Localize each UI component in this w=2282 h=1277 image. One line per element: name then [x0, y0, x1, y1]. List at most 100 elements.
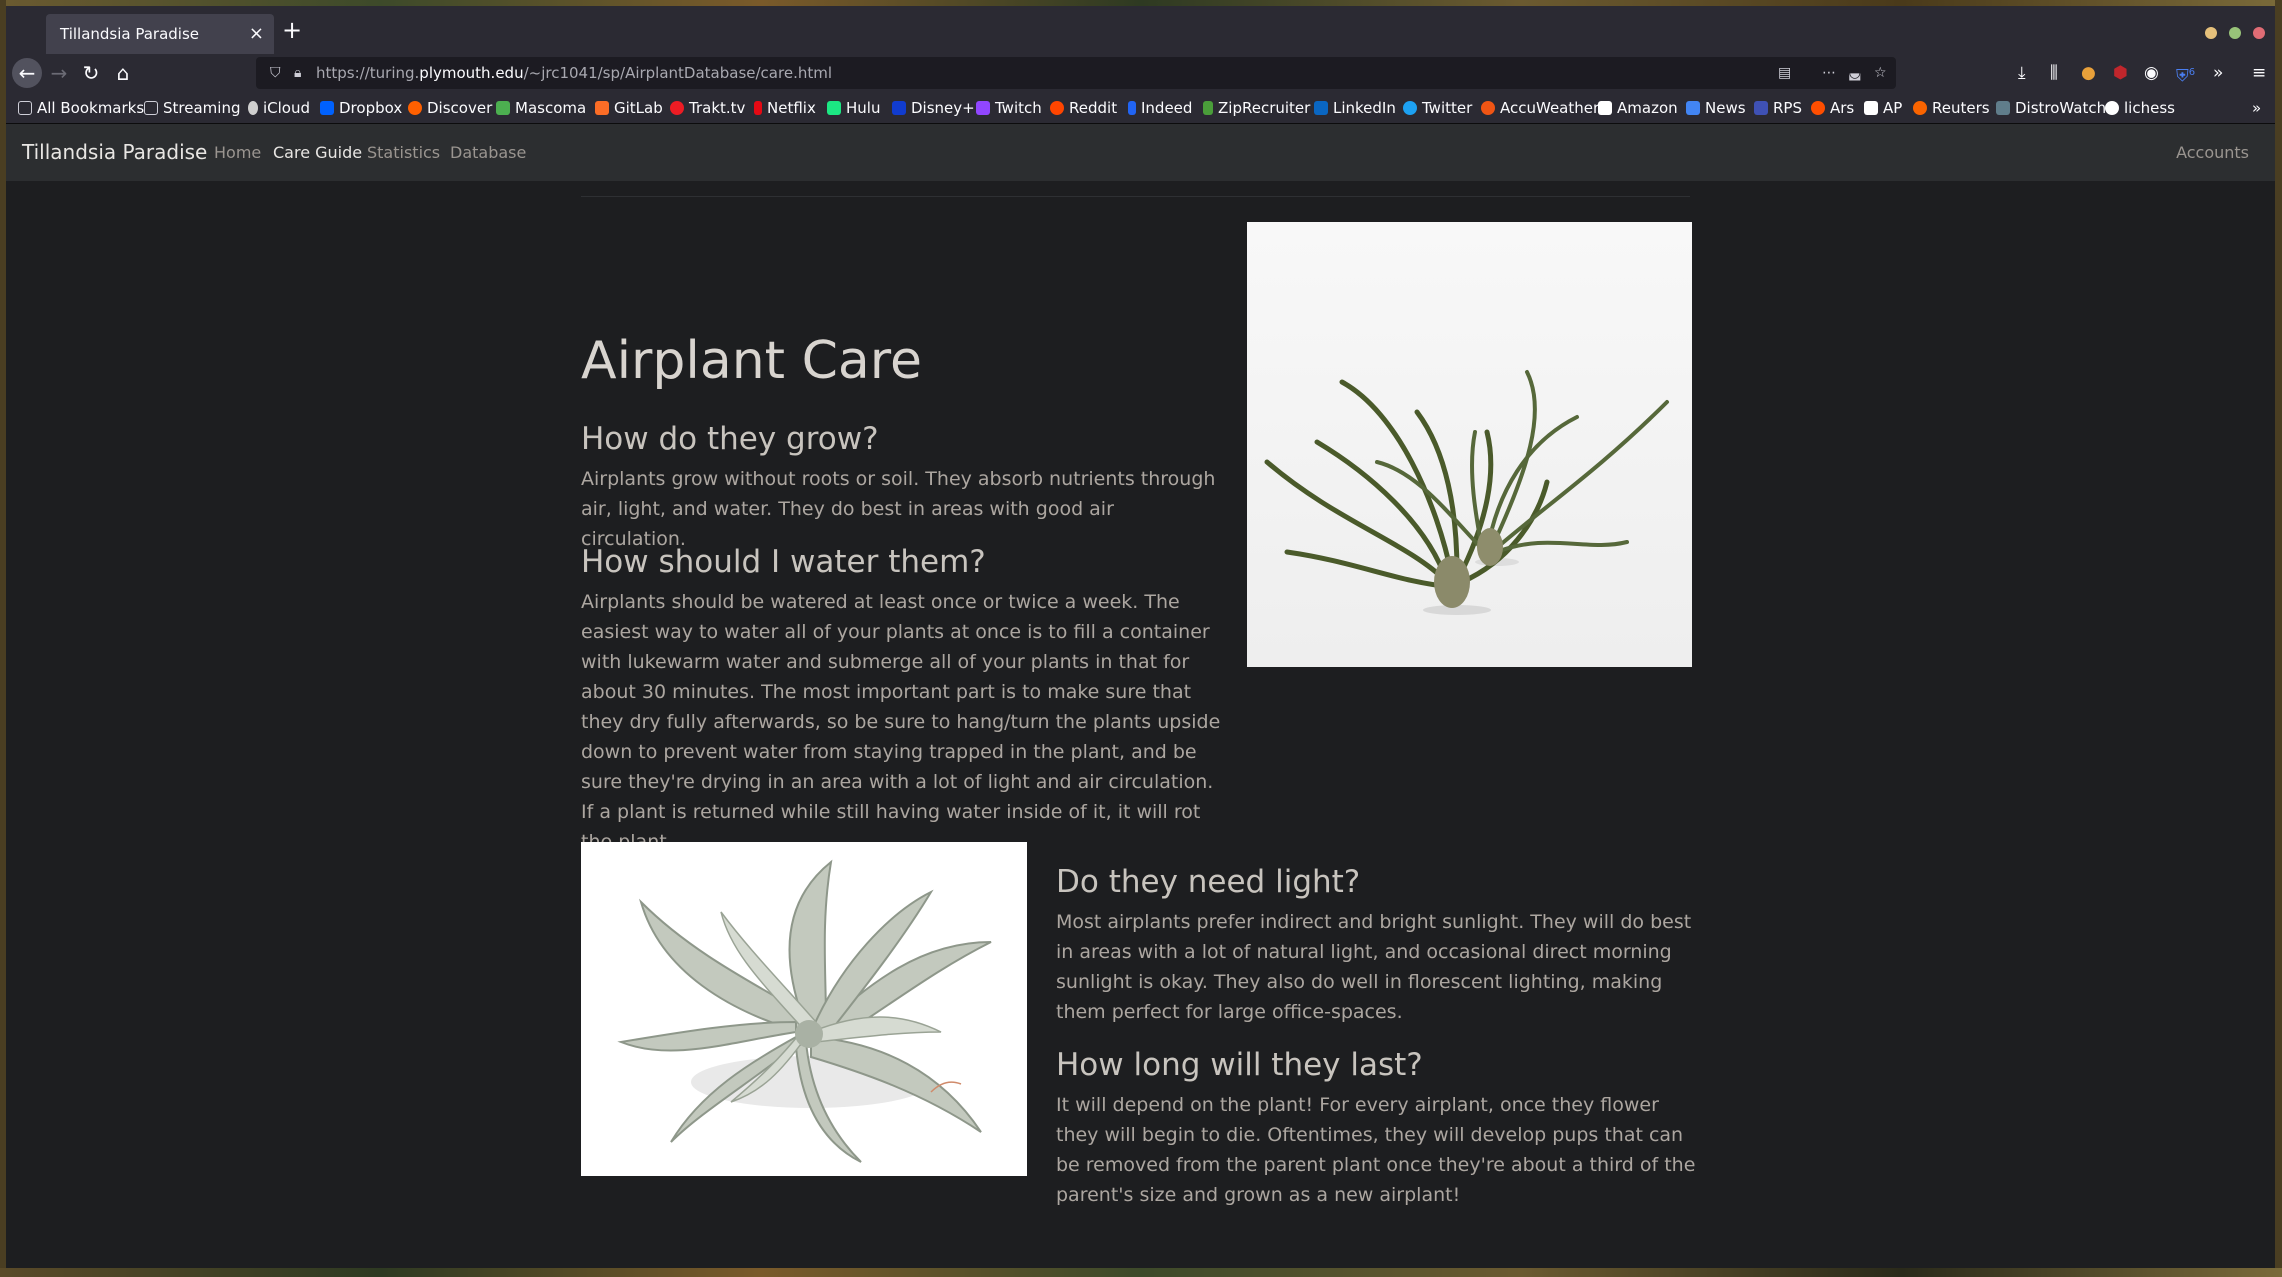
mascoma-icon	[496, 101, 510, 115]
bookmark-item[interactable]: Hulu	[827, 92, 880, 124]
bookmark-item[interactable]: Reddit	[1050, 92, 1117, 124]
site-navbar: Tillandsia Paradise Home Care Guide Stat…	[6, 124, 2275, 181]
bookmark-item[interactable]: Indeed	[1128, 92, 1192, 124]
ziprecruiter-icon	[1203, 101, 1213, 115]
bookmark-item[interactable]: Streaming	[144, 92, 240, 124]
disney-icon	[892, 101, 906, 115]
ars-icon	[1811, 101, 1825, 115]
section-heading-last: How long will they last?	[1056, 1047, 1423, 1083]
section-heading-grow: How do they grow?	[581, 421, 879, 457]
trakt-icon	[670, 101, 684, 115]
page-content: Airplant Care How do they grow? Airplant…	[6, 181, 2275, 1268]
home-button[interactable]: ⌂	[108, 58, 138, 88]
bookmark-item[interactable]: Netflix	[754, 92, 816, 124]
accuweather-icon	[1481, 101, 1495, 115]
section-body-last: It will depend on the plant! For every a…	[1056, 1094, 1696, 1206]
linkedin-icon	[1314, 101, 1328, 115]
bookmark-item[interactable]: Twitch	[976, 92, 1042, 124]
reddit-icon	[1050, 101, 1064, 115]
bookmark-item[interactable]: Mascoma	[496, 92, 586, 124]
pocket-icon[interactable]: ◛	[1848, 57, 1862, 89]
airplant-bulbosa-illustration	[1264, 370, 1669, 615]
dropbox-icon	[320, 101, 334, 115]
bookmark-item[interactable]: Amazon	[1598, 92, 1678, 124]
amazon-icon	[1598, 101, 1612, 115]
bookmark-item[interactable]: lichess	[2105, 92, 2175, 124]
bookmark-star-icon[interactable]: ☆	[1874, 57, 1887, 89]
url-text[interactable]: https://turing.plymouth.edu/~jrc1041/sp/…	[316, 57, 832, 89]
section-body-grow: Airplants grow without roots or soil. Th…	[581, 468, 1216, 550]
ublock-icon[interactable]: ⬢	[2113, 58, 2128, 88]
bookmark-item[interactable]: iCloud	[248, 92, 310, 124]
shield-icon[interactable]: ⛉	[270, 57, 281, 89]
nav-link-care-guide[interactable]: Care Guide	[273, 124, 362, 181]
bookmark-item[interactable]: Discover	[408, 92, 492, 124]
apple-icon	[248, 101, 258, 115]
bookmark-item[interactable]: Dropbox	[320, 92, 402, 124]
rps-icon	[1754, 101, 1768, 115]
site-brand[interactable]: Tillandsia Paradise	[22, 124, 207, 181]
minimize-button[interactable]	[2205, 27, 2217, 39]
extension-icon[interactable]: ●	[2081, 58, 2096, 88]
ap-icon	[1864, 101, 1878, 115]
indeed-icon	[1128, 101, 1136, 115]
reload-button[interactable]: ↻	[76, 58, 106, 88]
bookmark-item[interactable]: DistroWatch	[1996, 92, 2106, 124]
airplant-image-bulbosa	[1247, 222, 1692, 667]
reader-view-icon[interactable]: ▤	[1778, 57, 1791, 89]
close-tab-icon[interactable]: ×	[249, 14, 264, 54]
discover-icon	[408, 101, 422, 115]
tab-title: Tillandsia Paradise	[60, 25, 200, 43]
forward-button[interactable]: →	[44, 58, 74, 88]
new-tab-button[interactable]: +	[282, 18, 302, 42]
bookmark-item[interactable]: Twitter	[1403, 92, 1472, 124]
bookmark-item[interactable]: ZipRecruiter	[1203, 92, 1310, 124]
bookmarks-toolbar: All Bookmarks Streaming iCloud Dropbox D…	[6, 92, 2275, 124]
bookmark-item[interactable]: Trakt.tv	[670, 92, 745, 124]
more-bookmarks-chevron-icon[interactable]: »	[2252, 92, 2261, 124]
divider	[581, 196, 1690, 197]
section-heading-water: How should I water them?	[581, 544, 986, 580]
downloads-icon[interactable]: ⤓	[2018, 58, 2026, 88]
section-body-water: Airplants should be watered at least onc…	[581, 591, 1221, 853]
overflow-chevron-icon[interactable]: »	[2213, 58, 2223, 88]
bookmark-item[interactable]: RPS	[1754, 92, 1802, 124]
back-button[interactable]: ←	[12, 58, 42, 88]
lock-icon[interactable]: 🔒︎	[294, 57, 301, 89]
lichess-icon	[2105, 101, 2119, 115]
bookmark-item[interactable]: Disney+	[892, 92, 975, 124]
bookmark-item[interactable]: Reuters	[1913, 92, 1990, 124]
netflix-icon	[754, 101, 762, 115]
bookmark-item[interactable]: All Bookmarks	[18, 92, 144, 124]
navigation-toolbar: ← → ↻ ⌂ ⛉ 🔒︎ https://turing.plymouth.edu…	[6, 54, 2275, 92]
twitter-icon	[1403, 101, 1417, 115]
nav-link-database[interactable]: Database	[450, 124, 526, 181]
browser-window: Tillandsia Paradise × + ← → ↻ ⌂ ⛉ 🔒︎ htt…	[6, 6, 2275, 1268]
bookmark-item[interactable]: Ars	[1811, 92, 1854, 124]
page-actions-icon[interactable]: ⋯	[1822, 57, 1836, 89]
accounts-link[interactable]: Accounts	[2176, 124, 2249, 181]
url-bar[interactable]: ⛉ 🔒︎ https://turing.plymouth.edu/~jrc104…	[256, 57, 1896, 89]
bookmark-item[interactable]: AP	[1864, 92, 1902, 124]
library-icon[interactable]: ⫼	[2050, 58, 2058, 88]
browser-tab[interactable]: Tillandsia Paradise ×	[46, 14, 274, 54]
bookmark-item[interactable]: GitLab	[595, 92, 663, 124]
privacy-extension-icon[interactable]: ◉	[2144, 58, 2159, 88]
desktop-wallpaper	[0, 1268, 2282, 1277]
bookmark-item[interactable]: News	[1686, 92, 1746, 124]
distrowatch-icon	[1996, 101, 2010, 115]
airplant-image-xerographica	[581, 842, 1027, 1176]
maximize-button[interactable]	[2229, 27, 2241, 39]
bookmark-item[interactable]: LinkedIn	[1314, 92, 1396, 124]
bookmark-item[interactable]: AccuWeather	[1481, 92, 1599, 124]
nav-link-home[interactable]: Home	[214, 124, 261, 181]
section-body-light: Most airplants prefer indirect and brigh…	[1056, 911, 1692, 1023]
news-icon	[1686, 101, 1700, 115]
bitwarden-icon[interactable]: ⛨6	[2176, 58, 2195, 92]
reuters-icon	[1913, 101, 1927, 115]
hulu-icon	[827, 101, 841, 115]
hamburger-menu-icon[interactable]: ≡	[2252, 58, 2266, 88]
close-window-button[interactable]	[2253, 27, 2265, 39]
airplant-xerographica-illustration	[617, 859, 992, 1163]
nav-link-statistics[interactable]: Statistics	[367, 124, 440, 181]
